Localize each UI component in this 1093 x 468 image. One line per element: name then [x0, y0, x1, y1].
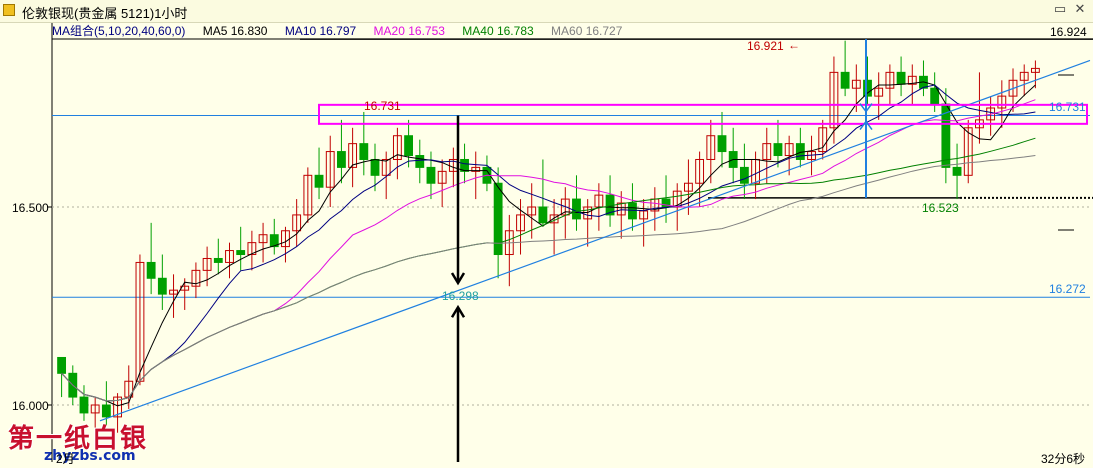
- candle-body-23: [314, 174, 324, 188]
- bar-countdown: 32分6秒: [1040, 452, 1085, 466]
- ma10-line: [61, 84, 1036, 402]
- candle-body-72: [863, 79, 872, 97]
- window-title: 伦敦银现(贵金属 5121)1小时: [22, 6, 188, 21]
- price-label-16500: 16.500: [12, 201, 49, 215]
- candle-body-33: [426, 166, 436, 184]
- candlesticks: [57, 40, 1040, 433]
- trendline: [99, 59, 1091, 422]
- price-label-16000: 16.000: [12, 399, 49, 413]
- close-icon[interactable]: ✕: [1073, 2, 1087, 16]
- candle-body-64: [773, 143, 783, 157]
- ma5-line: [61, 81, 1036, 407]
- drawing-overlays: [99, 39, 1091, 462]
- candle-body-16: [236, 250, 246, 256]
- candle-body-31: [404, 135, 414, 157]
- candle-body-27: [359, 143, 369, 160]
- resistance-label-right: 16.731: [1049, 100, 1086, 114]
- window-titlebar[interactable]: 伦敦银现(贵金属 5121)1小时 ▭ ✕: [0, 0, 1093, 23]
- candle-body-39: [493, 182, 503, 256]
- support-label-right: 16.272: [1049, 282, 1086, 296]
- candle-body-8: [146, 261, 156, 279]
- ma20-value: MA20 16.753: [373, 24, 445, 38]
- high-marker-arrow: ←: [788, 38, 800, 52]
- low-marker-label: 16.298: [442, 289, 479, 303]
- candle-body-75: [896, 71, 906, 85]
- price-chart[interactable]: 16.500 16.000 16.924 16.731 16.731 16.92…: [0, 0, 1093, 468]
- candle-body-70: [840, 71, 850, 89]
- candle-body-61: [739, 166, 749, 184]
- candle-body-25: [337, 151, 346, 168]
- time-axis-label: 2月: [56, 452, 75, 466]
- ma-group-label[interactable]: MA组合(5,10,20,40,60,0): [52, 24, 185, 38]
- candle-body-46: [572, 198, 581, 220]
- ma-legend: MA组合(5,10,20,40,60,0) MA5 16.830 MA10 16…: [52, 23, 1093, 39]
- candle-body-0: [57, 356, 67, 374]
- highlight-box: [318, 103, 1088, 125]
- candle-body-2: [79, 396, 89, 414]
- candle-body-14: [213, 257, 223, 263]
- ma5-value: MA5 16.830: [202, 24, 268, 38]
- ma40-value: MA40 16.783: [462, 24, 534, 38]
- candle-body-43: [538, 206, 548, 224]
- minimize-icon[interactable]: ▭: [1053, 2, 1067, 16]
- ma10-value: MA10 16.797: [284, 24, 357, 38]
- candle-body-9: [157, 277, 167, 295]
- candle-body-32: [415, 155, 425, 168]
- ma20-line: [61, 99, 1036, 402]
- swing-low-label: 16.523: [922, 201, 959, 215]
- ma60-value: MA60 16.727: [551, 24, 623, 38]
- candle-body-80: [952, 166, 962, 176]
- candle-body-28: [370, 158, 380, 176]
- candle-body-4: [101, 404, 111, 418]
- moving-averages: [61, 81, 1036, 407]
- candle-body-51: [628, 202, 637, 220]
- resistance-label-left: 16.731: [364, 99, 401, 113]
- high-marker-label: 16.921: [747, 39, 784, 53]
- candle-body-59: [717, 135, 727, 153]
- window-app-icon: [3, 4, 15, 16]
- ma60-line: [61, 155, 1036, 402]
